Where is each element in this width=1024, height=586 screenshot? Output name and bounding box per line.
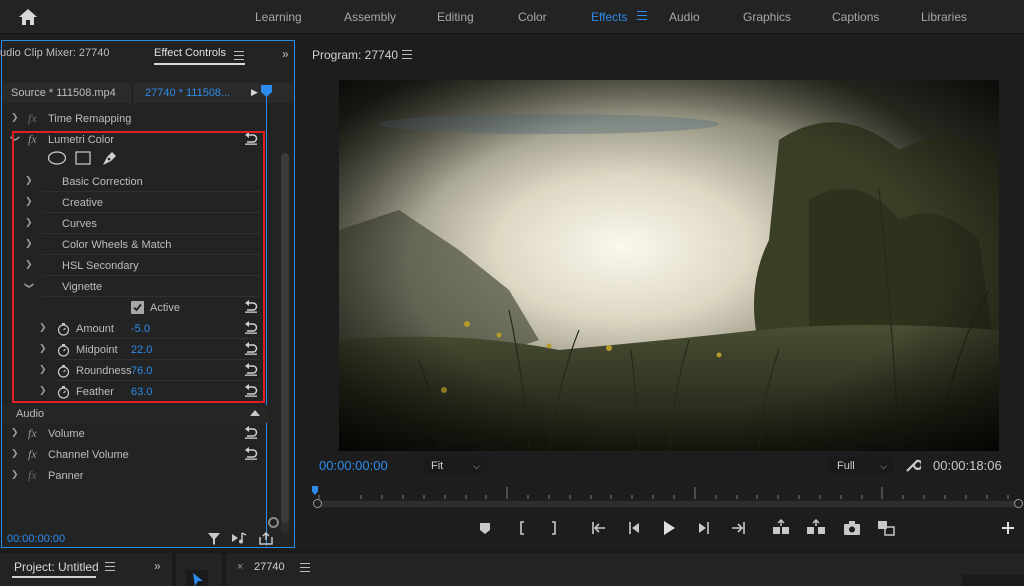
selection-tool-button[interactable] [186, 570, 208, 586]
play-icon[interactable] [658, 518, 678, 538]
comparison-view-icon[interactable] [876, 518, 896, 538]
tab-effect-controls[interactable]: Effect Controls [154, 47, 226, 59]
active-tab-indicator [12, 576, 96, 578]
workspace-tab-graphics[interactable]: Graphics [743, 10, 791, 24]
sequence-clip-label[interactable]: 27740 * 111508... [145, 87, 230, 99]
effect-row-time-remapping[interactable]: ❯ fx Time Remapping [2, 109, 264, 129]
playback-resolution-dropdown[interactable]: Full ⌵ [829, 457, 894, 474]
timeline-menu-icon[interactable] [300, 563, 310, 572]
timeline-ruler-area[interactable] [962, 575, 1024, 586]
tab-project[interactable]: Project: Untitled [14, 560, 99, 574]
filter-icon[interactable] [208, 533, 220, 545]
go-to-in-icon[interactable] [589, 518, 609, 538]
chevron-right-icon[interactable]: ❯ [11, 448, 19, 459]
mark-in-icon[interactable] [512, 518, 532, 538]
workspace-tab-captions[interactable]: Captions [832, 10, 879, 24]
step-forward-icon[interactable] [694, 518, 714, 538]
effect-controls-panel: udio Clip Mixer: 27740 Effect Controls »… [0, 40, 295, 548]
add-marker-icon[interactable] [475, 518, 495, 538]
program-video-frame[interactable] [339, 80, 999, 451]
panel-overflow-chevron-icon[interactable]: » [154, 559, 161, 573]
go-to-out-icon[interactable] [728, 518, 748, 538]
selection-arrow-icon [193, 573, 203, 586]
fx-icon[interactable]: fx [28, 111, 37, 126]
panel-overflow-chevron-icon[interactable]: » [282, 47, 289, 61]
program-duration-timecode: 00:00:18:06 [933, 458, 1002, 473]
workspace-tab-editing[interactable]: Editing [437, 10, 474, 24]
reset-icon[interactable] [244, 447, 258, 460]
chevron-right-icon[interactable]: ❯ [11, 112, 19, 123]
audio-label: Audio [16, 408, 45, 420]
mini-timeline-playhead-line [266, 86, 267, 546]
selection-highlight-box [12, 131, 265, 403]
workspace-bar: Learning Assembly Editing Color Effects … [0, 0, 1024, 34]
export-icon[interactable] [259, 532, 273, 545]
active-tab-indicator [154, 63, 245, 65]
dropdown-caret-icon: ⌵ [473, 461, 480, 471]
workspace-tab-color[interactable]: Color [518, 10, 547, 24]
workspace-tab-learning[interactable]: Learning [255, 10, 302, 24]
effect-controls-timecode[interactable]: 00:00:00:00 [7, 533, 65, 545]
resolution-dropdown-value: Full [837, 460, 855, 472]
panel-tab-bar: udio Clip Mixer: 27740 Effect Controls » [0, 41, 294, 67]
fx-icon[interactable]: fx [28, 468, 37, 483]
chevron-right-icon[interactable]: ❯ [11, 427, 19, 438]
source-sequence-bar: Source * 111508.mp4 27740 * 111508... ▶ [2, 83, 294, 103]
mark-out-icon[interactable] [544, 518, 564, 538]
timeline-panel [226, 553, 1024, 586]
workspace-tab-audio[interactable]: Audio [669, 10, 700, 24]
dropdown-caret-icon: ⌵ [880, 461, 887, 471]
divider [132, 83, 133, 103]
effect-label: Volume [48, 428, 85, 440]
effect-row-panner[interactable]: ❯ fx Panner [2, 466, 264, 486]
workspace-tab-libraries[interactable]: Libraries [921, 10, 967, 24]
zoom-bar-right-handle[interactable] [1014, 499, 1023, 508]
play-triangle-icon[interactable]: ▶ [251, 87, 258, 98]
zoom-bar-left-handle[interactable] [313, 499, 322, 508]
project-menu-icon[interactable] [105, 562, 115, 571]
audio-playback-icon[interactable] [232, 532, 248, 544]
collapse-triangle-icon[interactable] [250, 410, 260, 416]
panel-menu-icon[interactable] [234, 51, 244, 60]
effect-controls-footer: 00:00:00:00 [2, 527, 294, 547]
chevron-right-icon[interactable]: ❯ [11, 469, 19, 480]
add-button-icon[interactable] [998, 518, 1018, 538]
program-menu-icon[interactable] [402, 50, 412, 59]
extract-icon[interactable] [806, 518, 826, 538]
step-back-icon[interactable] [624, 518, 644, 538]
fit-dropdown[interactable]: Fit ⌵ [423, 457, 487, 474]
reset-icon[interactable] [244, 426, 258, 439]
workspace-menu-icon[interactable] [637, 11, 647, 21]
mini-timeline-playhead[interactable] [261, 85, 272, 97]
scrollbar-thumb[interactable] [281, 153, 289, 523]
program-monitor-title[interactable]: Program: 27740 [312, 48, 398, 62]
workspace-tab-effects[interactable]: Effects [591, 10, 627, 24]
zoom-scroll-bar[interactable] [319, 501, 1019, 507]
effect-label: Panner [48, 470, 84, 482]
wrench-settings-icon[interactable] [905, 457, 921, 473]
workspace-tab-assembly[interactable]: Assembly [344, 10, 396, 24]
export-frame-camera-icon[interactable] [842, 518, 862, 538]
source-clip-selector[interactable]: Source * 111508.mp4 [11, 87, 116, 99]
lift-icon[interactable] [771, 518, 791, 538]
effect-row-volume[interactable]: ❯ fx Volume [2, 424, 264, 444]
fx-icon[interactable]: fx [28, 447, 37, 462]
tab-audio-clip-mixer[interactable]: udio Clip Mixer: 27740 [0, 47, 109, 59]
audio-section-header[interactable]: Audio [2, 405, 268, 423]
effect-row-channel-volume[interactable]: ❯ fx Channel Volume [2, 445, 264, 465]
program-time-ruler[interactable] [313, 483, 1024, 513]
home-icon[interactable] [16, 6, 40, 28]
effect-label: Channel Volume [48, 449, 129, 461]
tab-timeline-sequence[interactable]: 27740 [254, 561, 285, 573]
effect-label: Time Remapping [48, 113, 132, 125]
fit-dropdown-value: Fit [431, 460, 444, 472]
fx-icon[interactable]: fx [28, 426, 37, 441]
program-current-timecode[interactable]: 00:00:00:00 [319, 458, 388, 473]
close-icon[interactable]: × [237, 561, 243, 573]
